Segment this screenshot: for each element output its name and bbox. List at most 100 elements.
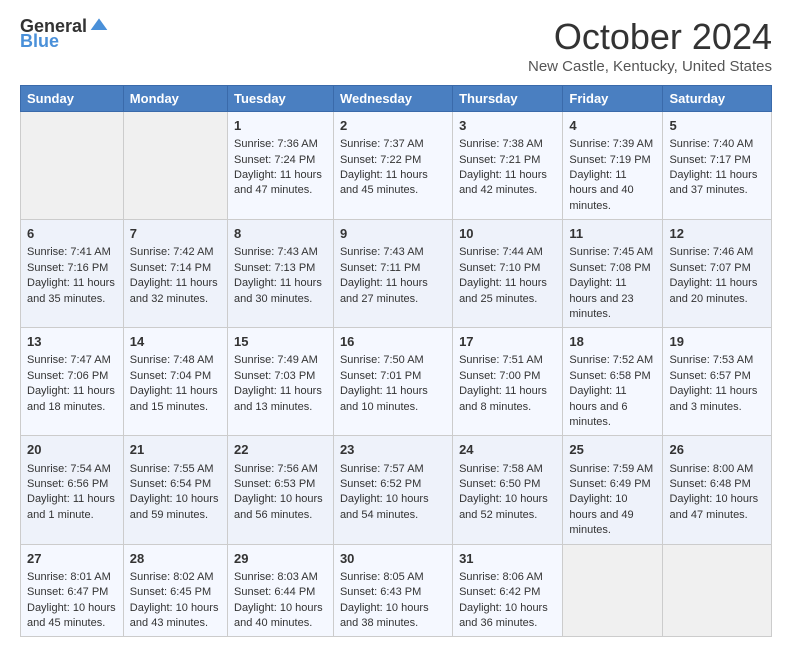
cell-info: Sunrise: 7:53 AMSunset: 6:57 PMDaylight:… (669, 354, 757, 412)
calendar-table: SundayMondayTuesdayWednesdayThursdayFrid… (20, 85, 772, 637)
calendar-week-5: 27 Sunrise: 8:01 AMSunset: 6:47 PMDayligh… (21, 544, 772, 637)
calendar-cell: 31Sunrise: 8:06 AMSunset: 6:42 PMDayligh… (453, 544, 563, 637)
day-number: 30 (340, 550, 446, 568)
calendar-cell: 21 Sunrise: 7:55 AMSunset: 6:54 PMDayligh… (123, 436, 227, 544)
cell-info: Sunrise: 7:45 AMSunset: 7:08 PMDaylight:… (569, 246, 653, 320)
calendar-cell (21, 112, 124, 220)
cell-info: Sunrise: 8:06 AMSunset: 6:42 PMDaylight:… (459, 571, 548, 629)
cell-info: Sunrise: 8:02 AMSunset: 6:45 PMDaylight:… (130, 571, 219, 629)
calendar-cell: 16 Sunrise: 7:50 AMSunset: 7:01 PMDayligh… (333, 328, 452, 436)
day-number: 27 (27, 550, 117, 568)
day-number: 21 (130, 441, 221, 459)
day-number: 9 (340, 225, 446, 243)
column-header-wednesday: Wednesday (333, 86, 452, 112)
month-title: October 2024 (528, 16, 772, 58)
day-number: 16 (340, 333, 446, 351)
cell-info: Sunrise: 7:37 AMSunset: 7:22 PMDaylight:… (340, 138, 428, 196)
cell-info: Sunrise: 7:55 AMSunset: 6:54 PMDaylight:… (130, 463, 219, 521)
cell-info: Sunrise: 7:47 AMSunset: 7:06 PMDaylight:… (27, 354, 115, 412)
cell-info: Sunrise: 7:41 AMSunset: 7:16 PMDaylight:… (27, 246, 115, 304)
calendar-cell (123, 112, 227, 220)
calendar-cell: 4 Sunrise: 7:39 AMSunset: 7:19 PMDaylight… (563, 112, 663, 220)
cell-info: Sunrise: 8:03 AMSunset: 6:44 PMDaylight:… (234, 571, 323, 629)
calendar-cell: 19 Sunrise: 7:53 AMSunset: 6:57 PMDayligh… (663, 328, 772, 436)
cell-info: Sunrise: 8:05 AMSunset: 6:43 PMDaylight:… (340, 571, 429, 629)
calendar-cell: 7Sunrise: 7:42 AMSunset: 7:14 PMDaylight… (123, 220, 227, 328)
cell-info: Sunrise: 7:58 AMSunset: 6:50 PMDaylight:… (459, 463, 548, 521)
column-header-sunday: Sunday (21, 86, 124, 112)
cell-info: Sunrise: 7:40 AMSunset: 7:17 PMDaylight:… (669, 138, 757, 196)
calendar-cell: 23Sunrise: 7:57 AMSunset: 6:52 PMDayligh… (333, 436, 452, 544)
calendar-cell: 5 Sunrise: 7:40 AMSunset: 7:17 PMDaylight… (663, 112, 772, 220)
cell-info: Sunrise: 7:39 AMSunset: 7:19 PMDaylight:… (569, 138, 653, 212)
cell-info: Sunrise: 7:49 AMSunset: 7:03 PMDaylight:… (234, 354, 322, 412)
day-number: 18 (569, 333, 656, 351)
cell-info: Sunrise: 7:56 AMSunset: 6:53 PMDaylight:… (234, 463, 323, 521)
calendar-cell: 26Sunrise: 8:00 AMSunset: 6:48 PMDayligh… (663, 436, 772, 544)
calendar-cell: 13 Sunrise: 7:47 AMSunset: 7:06 PMDayligh… (21, 328, 124, 436)
calendar-cell: 3 Sunrise: 7:38 AMSunset: 7:21 PMDaylight… (453, 112, 563, 220)
cell-info: Sunrise: 7:46 AMSunset: 7:07 PMDaylight:… (669, 246, 757, 304)
day-number: 25 (569, 441, 656, 459)
day-number: 29 (234, 550, 327, 568)
day-number: 26 (669, 441, 765, 459)
logo-icon (89, 15, 109, 35)
calendar-cell: 29 Sunrise: 8:03 AMSunset: 6:44 PMDayligh… (228, 544, 334, 637)
cell-info: Sunrise: 7:43 AMSunset: 7:11 PMDaylight:… (340, 246, 428, 304)
day-number: 3 (459, 117, 556, 135)
calendar-cell: 14 Sunrise: 7:48 AMSunset: 7:04 PMDayligh… (123, 328, 227, 436)
calendar-cell (663, 544, 772, 637)
calendar-cell: 30 Sunrise: 8:05 AMSunset: 6:43 PMDayligh… (333, 544, 452, 637)
cell-info: Sunrise: 7:52 AMSunset: 6:58 PMDaylight:… (569, 354, 653, 428)
day-number: 12 (669, 225, 765, 243)
cell-info: Sunrise: 7:59 AMSunset: 6:49 PMDaylight:… (569, 463, 653, 537)
calendar-week-4: 20 Sunrise: 7:54 AMSunset: 6:56 PMDayligh… (21, 436, 772, 544)
calendar-header-row: SundayMondayTuesdayWednesdayThursdayFrid… (21, 86, 772, 112)
cell-info: Sunrise: 7:54 AMSunset: 6:56 PMDaylight:… (27, 463, 115, 521)
cell-info: Sunrise: 7:36 AMSunset: 7:24 PMDaylight:… (234, 138, 322, 196)
logo: General Blue (20, 16, 109, 52)
cell-info: Sunrise: 7:38 AMSunset: 7:21 PMDaylight:… (459, 138, 547, 196)
calendar-cell: 24Sunrise: 7:58 AMSunset: 6:50 PMDayligh… (453, 436, 563, 544)
day-number: 2 (340, 117, 446, 135)
calendar-cell: 17Sunrise: 7:51 AMSunset: 7:00 PMDayligh… (453, 328, 563, 436)
calendar-cell: 9 Sunrise: 7:43 AMSunset: 7:11 PMDaylight… (333, 220, 452, 328)
calendar-cell: 11Sunrise: 7:45 AMSunset: 7:08 PMDayligh… (563, 220, 663, 328)
calendar-week-3: 13 Sunrise: 7:47 AMSunset: 7:06 PMDayligh… (21, 328, 772, 436)
cell-info: Sunrise: 7:43 AMSunset: 7:13 PMDaylight:… (234, 246, 322, 304)
column-header-thursday: Thursday (453, 86, 563, 112)
cell-info: Sunrise: 7:44 AMSunset: 7:10 PMDaylight:… (459, 246, 547, 304)
cell-info: Sunrise: 7:57 AMSunset: 6:52 PMDaylight:… (340, 463, 429, 521)
calendar-cell: 27 Sunrise: 8:01 AMSunset: 6:47 PMDayligh… (21, 544, 124, 637)
calendar-week-2: 6 Sunrise: 7:41 AMSunset: 7:16 PMDaylight… (21, 220, 772, 328)
day-number: 19 (669, 333, 765, 351)
cell-info: Sunrise: 7:42 AMSunset: 7:14 PMDaylight:… (130, 246, 218, 304)
day-number: 5 (669, 117, 765, 135)
day-number: 6 (27, 225, 117, 243)
column-header-saturday: Saturday (663, 86, 772, 112)
cell-info: Sunrise: 7:48 AMSunset: 7:04 PMDaylight:… (130, 354, 218, 412)
cell-info: Sunrise: 7:50 AMSunset: 7:01 PMDaylight:… (340, 354, 428, 412)
cell-info: Sunrise: 8:01 AMSunset: 6:47 PMDaylight:… (27, 571, 116, 629)
day-number: 20 (27, 441, 117, 459)
calendar-week-1: 1Sunrise: 7:36 AMSunset: 7:24 PMDaylight… (21, 112, 772, 220)
day-number: 10 (459, 225, 556, 243)
column-header-friday: Friday (563, 86, 663, 112)
day-number: 13 (27, 333, 117, 351)
calendar-cell: 6 Sunrise: 7:41 AMSunset: 7:16 PMDaylight… (21, 220, 124, 328)
title-block: October 2024 New Castle, Kentucky, Unite… (528, 16, 772, 75)
location-title: New Castle, Kentucky, United States (528, 58, 772, 75)
calendar-cell: 25 Sunrise: 7:59 AMSunset: 6:49 PMDayligh… (563, 436, 663, 544)
day-number: 8 (234, 225, 327, 243)
day-number: 4 (569, 117, 656, 135)
calendar-cell: 28Sunrise: 8:02 AMSunset: 6:45 PMDayligh… (123, 544, 227, 637)
calendar-cell: 15Sunrise: 7:49 AMSunset: 7:03 PMDayligh… (228, 328, 334, 436)
page-header: General Blue October 2024 New Castle, Ke… (20, 16, 772, 75)
day-number: 14 (130, 333, 221, 351)
calendar-cell: 2 Sunrise: 7:37 AMSunset: 7:22 PMDaylight… (333, 112, 452, 220)
calendar-cell: 8 Sunrise: 7:43 AMSunset: 7:13 PMDaylight… (228, 220, 334, 328)
calendar-cell: 22Sunrise: 7:56 AMSunset: 6:53 PMDayligh… (228, 436, 334, 544)
calendar-cell: 20 Sunrise: 7:54 AMSunset: 6:56 PMDayligh… (21, 436, 124, 544)
calendar-cell: 18 Sunrise: 7:52 AMSunset: 6:58 PMDayligh… (563, 328, 663, 436)
calendar-cell (563, 544, 663, 637)
